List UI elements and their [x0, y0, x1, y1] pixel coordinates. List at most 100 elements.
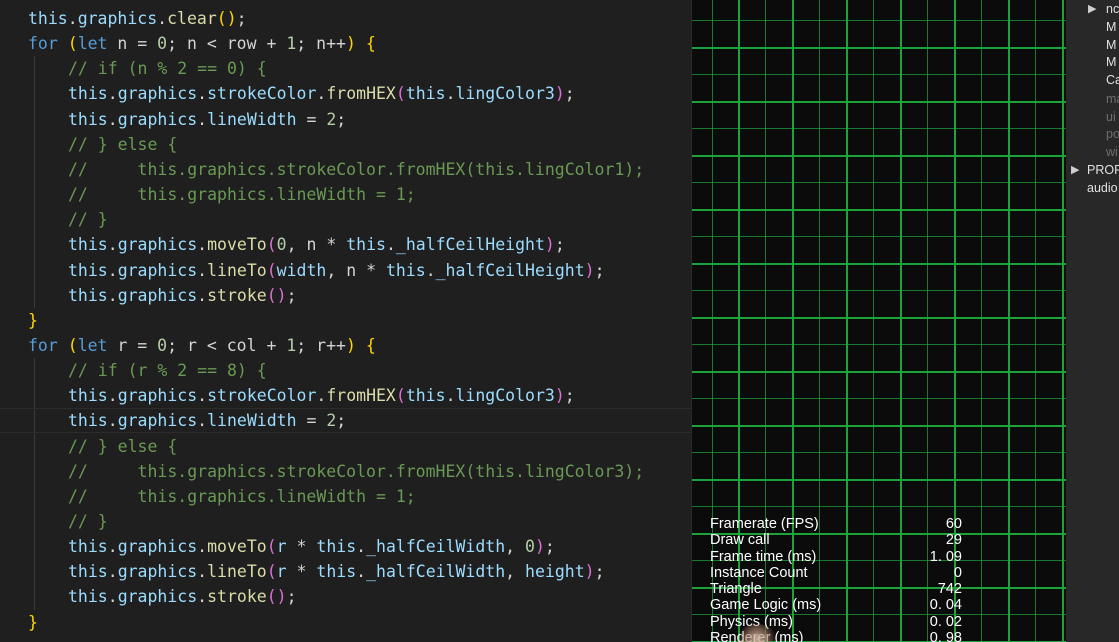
code-line[interactable]: // this.graphics.lineWidth = 1; [0, 182, 691, 207]
code-token: r = [107, 335, 158, 355]
stat-row: Triangle 742 [710, 581, 962, 597]
code-token: . [197, 562, 208, 582]
code-line[interactable]: this.graphics.lineWidth = 2; [0, 107, 691, 132]
code-token: { [365, 34, 376, 54]
expand-arrow-icon[interactable]: ▶ [1088, 0, 1096, 18]
code-line[interactable]: this.graphics.lineWidth = 2; [0, 408, 691, 434]
code-line[interactable]: for (let r = 0; r < col + 1; r++) { [0, 333, 691, 358]
code-line[interactable]: } [0, 308, 691, 333]
code-line[interactable]: this.graphics.strokeColor.fromHEX(this.l… [0, 383, 691, 408]
code-token: = [296, 411, 327, 431]
tree-node[interactable]: po [1106, 125, 1119, 143]
code-token: . [107, 386, 118, 406]
code-token: ( [67, 335, 78, 355]
code-token: let [77, 34, 108, 54]
code-token: graphics [117, 537, 198, 557]
tree-node[interactable]: M [1106, 18, 1116, 36]
tree-node[interactable]: ma [1106, 90, 1119, 108]
code-token: } [28, 612, 38, 632]
code-token: this [68, 411, 108, 431]
grid-horizontal-line [692, 74, 1066, 75]
code-token: // this.graphics.strokeColor.fromHEX(thi… [68, 159, 645, 179]
code-token: lineTo [207, 260, 267, 280]
code-token: . [425, 260, 436, 280]
code-token: ( [67, 34, 78, 54]
code-line[interactable]: this.graphics.stroke(); [0, 283, 691, 308]
code-token: * [286, 562, 317, 582]
code-token: lineWidth [207, 109, 297, 129]
stat-label: Instance Count [710, 564, 808, 581]
code-token: , [505, 562, 526, 582]
code-line[interactable]: this.graphics.lineTo(r * this._halfCeilW… [0, 559, 691, 584]
stat-value: 0. 02 [929, 613, 962, 630]
code-line[interactable]: this.graphics.moveTo(0, n * this._halfCe… [0, 232, 691, 257]
code-token: ; [286, 285, 297, 305]
code-token: strokeColor [207, 386, 317, 406]
tree-node[interactable]: wi [1106, 143, 1118, 161]
game-preview[interactable]: Framerate (FPS) 60 Draw call 29 Frame time (… [691, 0, 1066, 642]
code-token: ) [554, 84, 565, 104]
code-token: . [107, 537, 118, 557]
code-token: lineTo [207, 562, 267, 582]
code-line[interactable]: // this.graphics.strokeColor.fromHEX(thi… [0, 459, 691, 484]
code-token: for [28, 34, 58, 54]
code-token: ; [286, 587, 297, 607]
code-line[interactable]: this.graphics.lineTo(width, n * this._ha… [0, 258, 691, 283]
code-token: // this.graphics.strokeColor.fromHEX(thi… [68, 461, 645, 481]
code-line[interactable]: // if (r % 2 == 8) { [0, 358, 691, 383]
code-line[interactable]: // this.graphics.strokeColor.fromHEX(thi… [0, 157, 691, 182]
tree-node[interactable]: M [1106, 53, 1116, 71]
code-token: 0 [276, 235, 287, 255]
tree-node[interactable]: nc [1106, 0, 1119, 18]
grid-horizontal-line [692, 128, 1066, 129]
code-token: 2 [326, 109, 337, 129]
grid-horizontal-line [692, 425, 1066, 427]
code-token: . [197, 84, 208, 104]
tree-node[interactable]: M [1106, 36, 1116, 54]
code-token: . [445, 84, 456, 104]
tree-node[interactable]: audio [1087, 179, 1118, 197]
code-token: graphics [117, 260, 198, 280]
grid-vertical-line [1062, 0, 1064, 642]
stat-row: Framerate (FPS) 60 [710, 516, 962, 532]
code-line[interactable]: // } [0, 509, 691, 534]
expand-arrow-icon[interactable]: ▶ [1071, 161, 1079, 179]
code-token: 0 [525, 537, 535, 557]
code-line[interactable]: } [0, 610, 691, 635]
code-line[interactable]: // } else { [0, 132, 691, 157]
code-line[interactable]: for (let n = 0; n < row + 1; n++) { [0, 31, 691, 56]
code-token: _halfCeilWidth [366, 562, 506, 582]
code-token: . [316, 84, 327, 104]
code-token: * [286, 537, 317, 557]
code-line[interactable]: // this.graphics.lineWidth = 1; [0, 484, 691, 509]
code-token: 1 [286, 335, 297, 355]
code-token: } [28, 310, 38, 330]
code-token: this [68, 562, 108, 582]
code-line[interactable]: // if (n % 2 == 0) { [0, 56, 691, 81]
code-token: 0 [157, 34, 168, 54]
stat-row: Game Logic (ms) 0. 04 [710, 597, 962, 613]
code-token: . [197, 587, 208, 607]
tree-node[interactable]: Ca [1106, 71, 1119, 89]
code-editor[interactable]: this.graphics.clear(); for (let n = 0; n … [0, 0, 691, 642]
code-token: . [197, 109, 208, 129]
code-token: stroke [207, 285, 267, 305]
code-token: ; n < row + [167, 34, 287, 54]
code-line[interactable]: // } else { [0, 434, 691, 459]
code-token: . [107, 260, 118, 280]
code-token: moveTo [207, 235, 267, 255]
code-line[interactable]: this.graphics.clear(); [0, 6, 691, 31]
code-token: graphics [117, 386, 198, 406]
code-line[interactable]: this.graphics.moveTo(r * this._halfCeilW… [0, 534, 691, 559]
code-line[interactable]: this.graphics.stroke(); [0, 584, 691, 609]
stat-label: Draw call [710, 532, 770, 549]
code-token: // } [68, 210, 108, 230]
tree-node[interactable]: PROF [1087, 161, 1119, 179]
tree-node[interactable]: ui [1106, 108, 1116, 126]
code-line[interactable]: this.graphics.strokeColor.fromHEX(this.l… [0, 81, 691, 106]
code-line[interactable]: // } [0, 207, 691, 232]
code-token: . [197, 537, 208, 557]
devtools-tree[interactable]: ▶ncMMMCamauipowi▶PROFaudio [1066, 0, 1119, 642]
code-token: stroke [207, 587, 267, 607]
